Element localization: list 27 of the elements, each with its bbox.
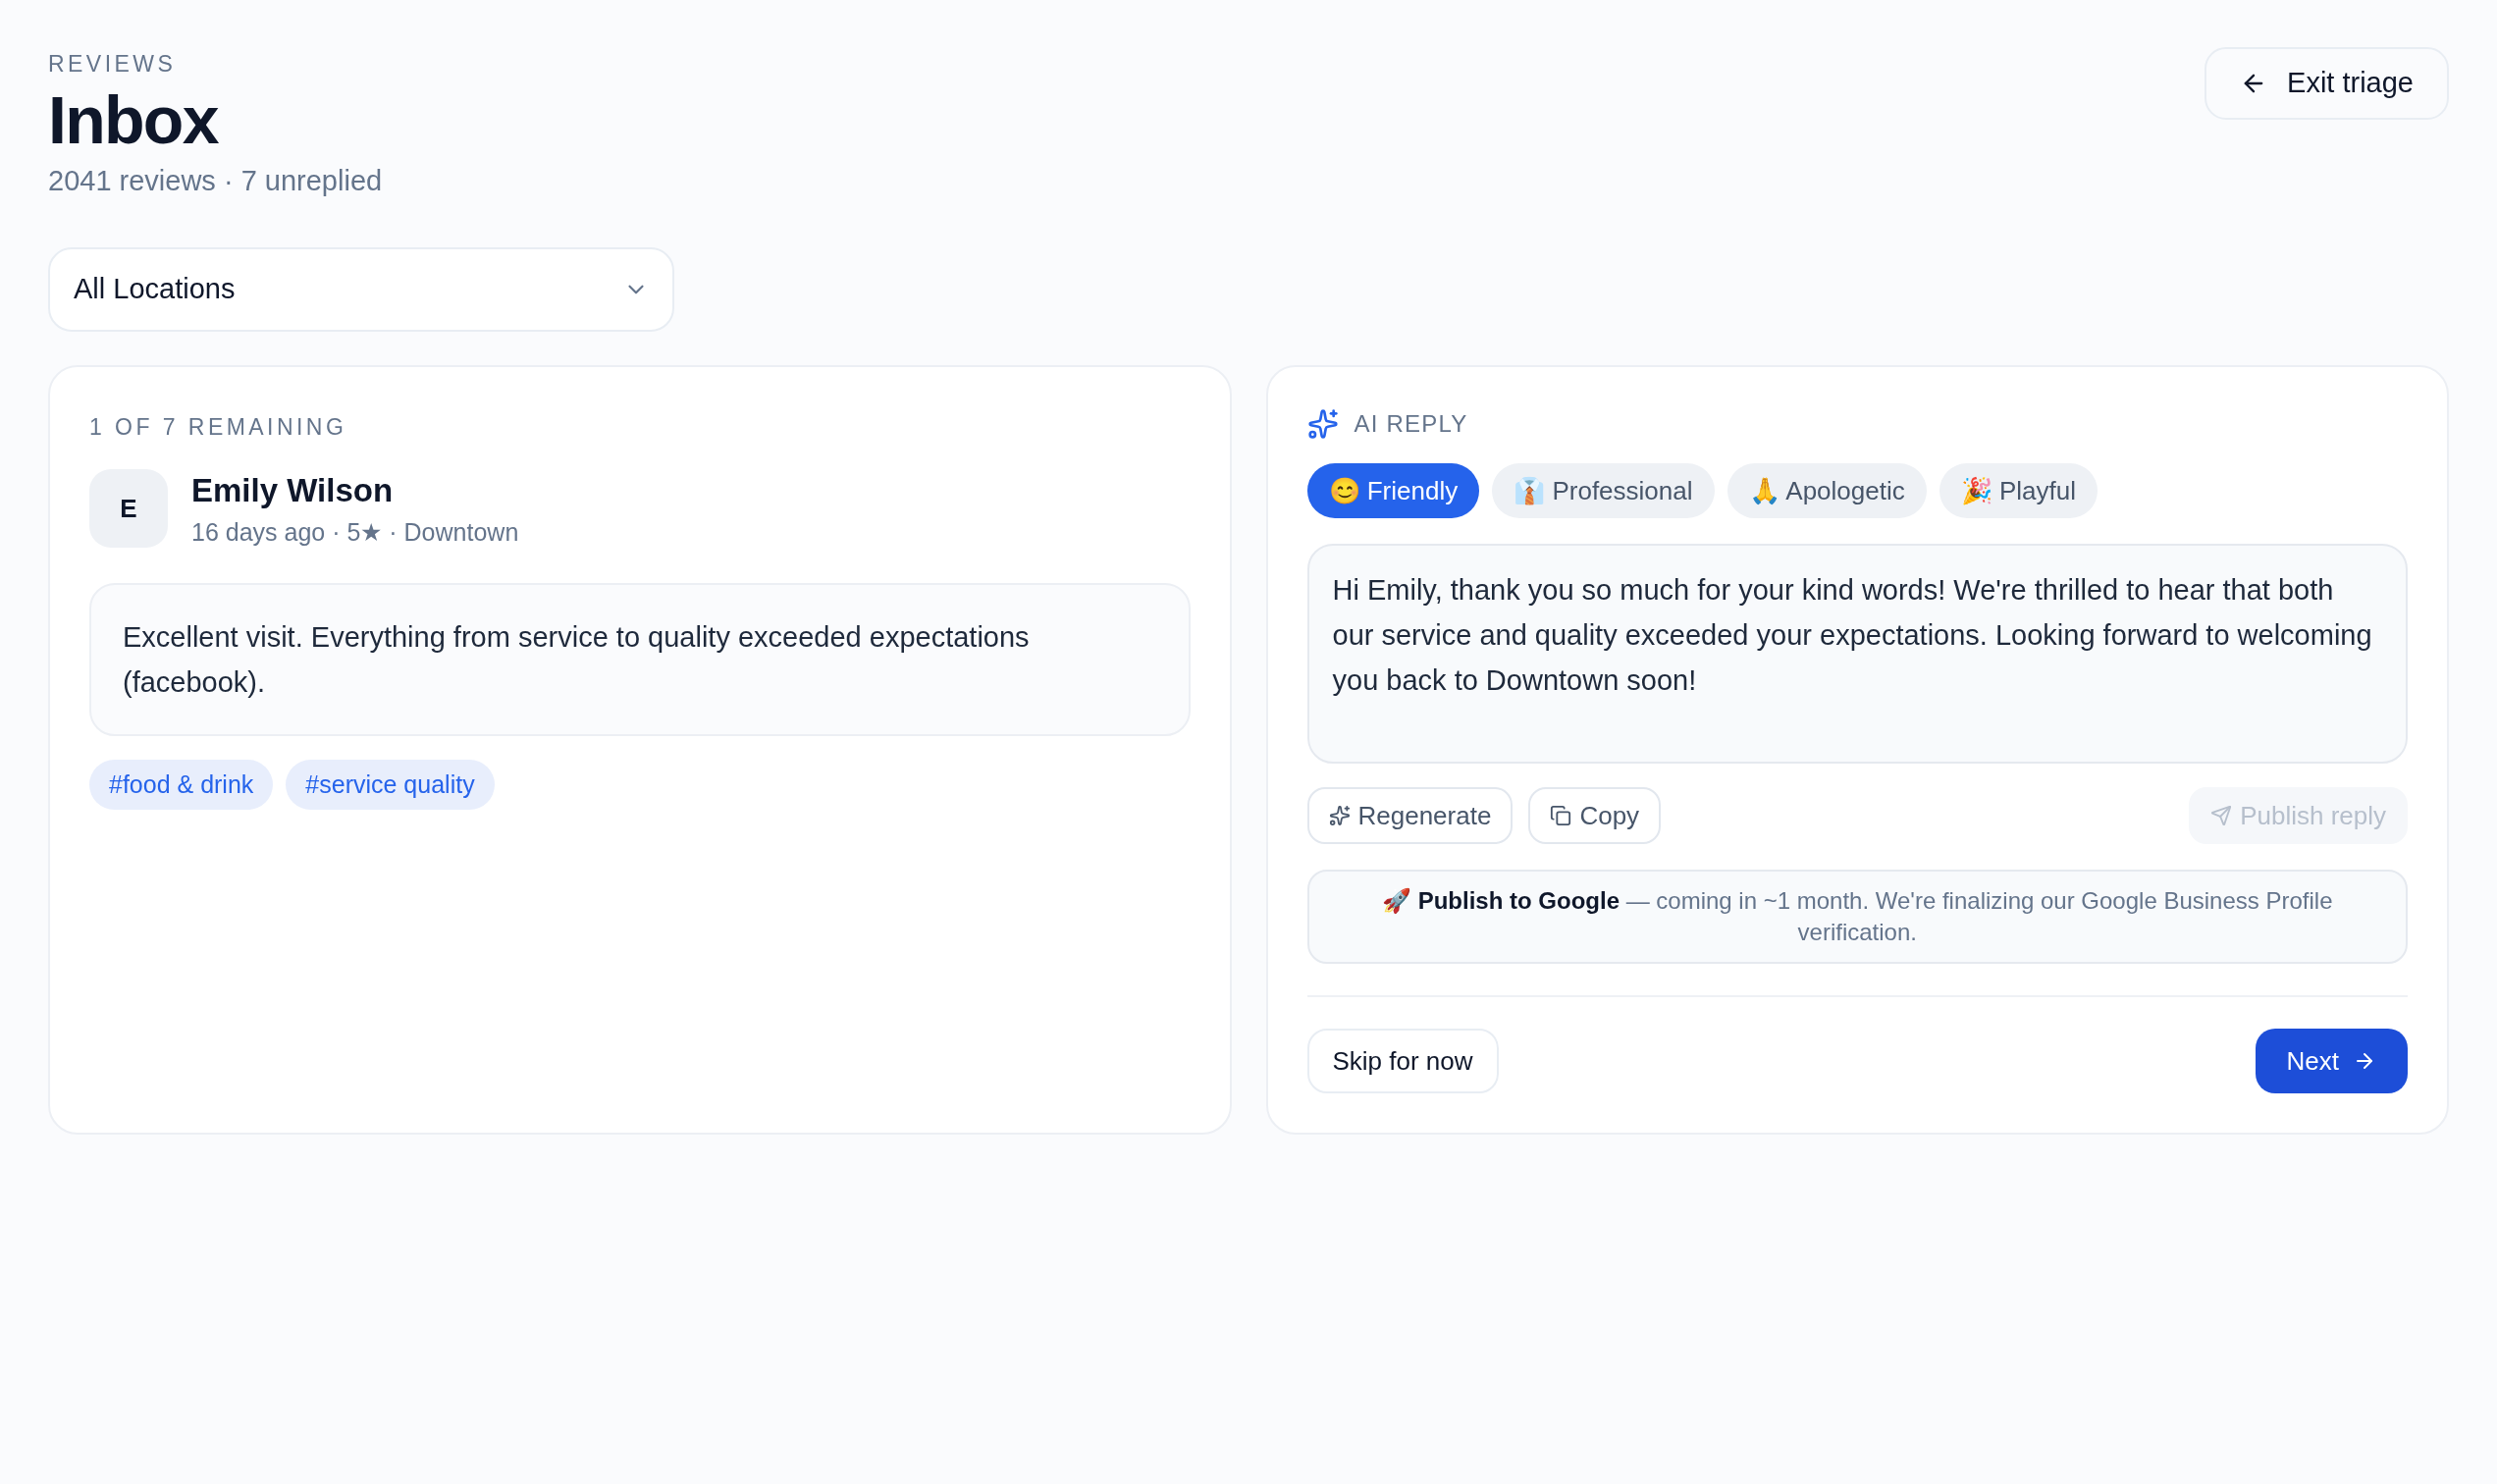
sparkle-icon <box>1306 408 1339 441</box>
exit-triage-button[interactable]: Exit triage <box>2205 47 2449 120</box>
avatar: E <box>89 469 168 549</box>
page-title: Inbox <box>48 80 220 158</box>
review-meta: 16 days ago · 5★ · Downtown <box>191 517 519 549</box>
location-select[interactable]: All Locations <box>48 247 674 333</box>
copy-icon <box>1550 805 1572 827</box>
tone-chip[interactable]: 😊 Friendly <box>1306 463 1480 519</box>
review-text: Excellent visit. Everything from service to quality exceeded expectations (facebook). <box>89 582 1191 736</box>
topic-tag: #food & drink <box>89 759 274 811</box>
reply-field[interactable]: Hi Emily, thank you so much for your kind words! We're thrilled to hear that both our service and quality exceeded your expectations. Looking forward to welcoming you back to Downtown soon! <box>1306 544 2408 765</box>
notice-text: 🚀 Publish to Google — coming in ~1 month. We're finalizing our Google Business Profile verification. <box>1306 870 2408 965</box>
tone-chip[interactable]: 🙏 Apologetic <box>1727 463 1927 519</box>
progress-label: 1 OF 7 REMAINING <box>89 413 347 443</box>
reviewer-name: Emily Wilson <box>191 470 395 510</box>
copy-button[interactable]: Copy <box>1528 787 1662 845</box>
section-heading: AI REPLY <box>1354 409 1468 440</box>
next-button[interactable]: Next <box>2255 1029 2408 1094</box>
sparkle-icon <box>1328 805 1351 827</box>
regenerate-button[interactable]: Regenerate <box>1306 787 1514 845</box>
skip-button[interactable]: Skip for now <box>1306 1029 1499 1094</box>
topic-tag: #service quality <box>286 759 495 811</box>
send-icon <box>2210 805 2233 827</box>
tone-chip[interactable]: 🎉 Playful <box>1939 463 2098 519</box>
tone-chip[interactable]: 👔 Professional <box>1492 463 1715 519</box>
page-eyebrow: REVIEWS <box>48 50 178 79</box>
page-subtitle: 2041 reviews · 7 unreplied <box>48 163 383 198</box>
